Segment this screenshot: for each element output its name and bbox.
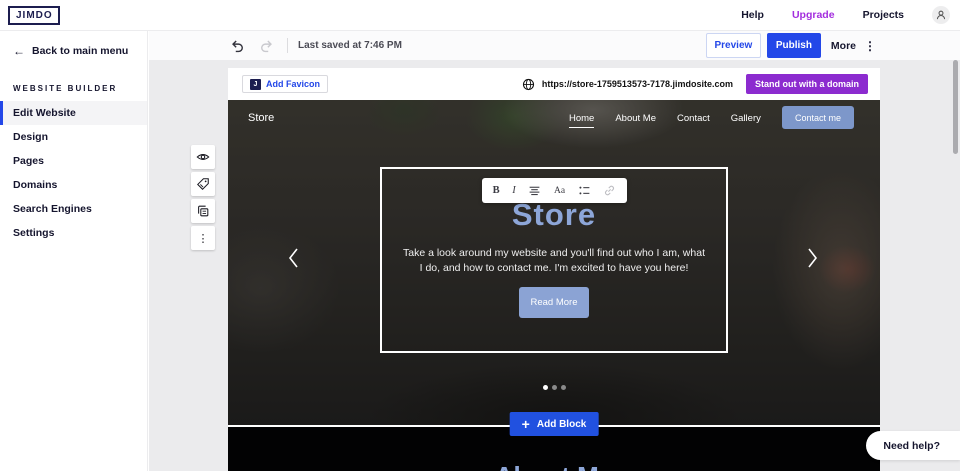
help-link[interactable]: Help [741,9,764,21]
site-brand[interactable]: Store [248,112,274,124]
carousel-next-icon[interactable] [806,246,820,270]
nav-item-gallery[interactable]: Gallery [731,113,761,128]
hide-block-button[interactable] [191,145,215,169]
more-menu[interactable]: More ⋮ [831,40,876,52]
domain-upsell-button[interactable]: Stand out with a domain [746,74,868,94]
add-block-button[interactable]: + Add Block [510,412,599,436]
sidebar-item-design[interactable]: Design [0,125,147,149]
block-tools: ⋮ [191,145,215,250]
tag-icon [196,177,210,191]
account-avatar[interactable] [932,6,950,24]
add-block-label: Add Block [537,419,586,430]
toolbar-divider [287,38,288,53]
carousel-dot-3[interactable] [561,385,566,390]
bold-icon[interactable]: B [491,184,502,197]
undo-icon[interactable] [227,36,247,56]
last-saved-status: Last saved at 7:46 PM [298,40,402,51]
kebab-icon: ⋮ [864,40,876,52]
user-icon [935,9,947,21]
upgrade-link[interactable]: Upgrade [792,9,835,21]
redo-icon[interactable] [257,36,277,56]
carousel-dots [228,385,880,390]
kebab-icon: ⋮ [198,232,209,245]
read-more-button[interactable]: Read More [519,287,589,318]
block-more-button[interactable]: ⋮ [191,226,215,250]
nav-item-contact[interactable]: Contact [677,113,710,128]
site-nav-links: Home About Me Contact Gallery [569,113,761,128]
sidebar-item-domains[interactable]: Domains [0,173,147,197]
vertical-scrollbar[interactable] [953,60,958,154]
need-help-button[interactable]: Need help? [866,431,960,460]
sidebar-item-pages[interactable]: Pages [0,149,147,173]
publish-button[interactable]: Publish [767,33,821,58]
url-group: https://store-1759513573-7178.jimdosite.… [522,74,880,94]
add-favicon-label: Add Favicon [266,79,320,89]
carousel-dot-2[interactable] [552,385,557,390]
nav-item-about-me[interactable]: About Me [615,113,656,128]
site-preview: J Add Favicon https://store-1759513573-7… [228,68,880,471]
add-favicon-button[interactable]: J Add Favicon [242,75,328,93]
sidebar: ← Back to main menu WEBSITE BUILDER Edit… [0,31,148,471]
nav-item-home[interactable]: Home [569,113,594,128]
hero-text[interactable]: Take a look around my website and you'll… [401,246,707,275]
sidebar-item-edit-website[interactable]: Edit Website [0,101,147,125]
next-section-title: About Me [228,461,880,471]
topbar-links: Help Upgrade Projects [741,6,950,24]
editor-toolbar: Last saved at 7:46 PM Preview Publish Mo… [149,31,960,60]
back-label: Back to main menu [32,45,128,57]
back-to-main-menu[interactable]: ← Back to main menu [0,31,147,58]
style-block-button[interactable] [191,172,215,196]
copy-icon [196,204,210,218]
favicon-bar: J Add Favicon https://store-1759513573-7… [228,68,880,100]
align-icon[interactable] [526,183,543,198]
link-icon[interactable] [601,183,618,198]
sidebar-item-search-engines[interactable]: Search Engines [0,197,147,221]
contact-me-button[interactable]: Contact me [782,106,854,129]
favicon-placeholder-icon: J [250,79,261,90]
more-label: More [831,40,856,52]
globe-icon [522,78,535,91]
preview-button[interactable]: Preview [706,33,761,58]
carousel-dot-1[interactable] [543,385,548,390]
site-nav: Store Home About Me Contact Gallery Cont… [228,100,880,140]
eye-icon [196,150,210,164]
sidebar-item-settings[interactable]: Settings [0,221,147,245]
list-icon[interactable] [576,183,593,198]
site-url[interactable]: https://store-1759513573-7178.jimdosite.… [542,79,733,89]
font-icon[interactable]: Aa [552,185,567,197]
italic-icon[interactable]: I [510,184,518,197]
text-format-toolbar: B I Aa [482,178,627,203]
back-arrow-icon: ← [13,44,25,58]
jimdo-logo[interactable]: JIMDO [8,6,60,25]
carousel-prev-icon[interactable] [286,246,300,270]
topbar: JIMDO Help Upgrade Projects [0,0,960,31]
section-label: WEBSITE BUILDER [0,58,147,101]
plus-icon: + [522,417,530,431]
projects-link[interactable]: Projects [863,9,904,21]
hero-section[interactable]: Store Home About Me Contact Gallery Cont… [228,100,880,425]
duplicate-block-button[interactable] [191,199,215,223]
workspace: ⋮ J Add Favicon https://store-1759513573… [149,60,960,471]
